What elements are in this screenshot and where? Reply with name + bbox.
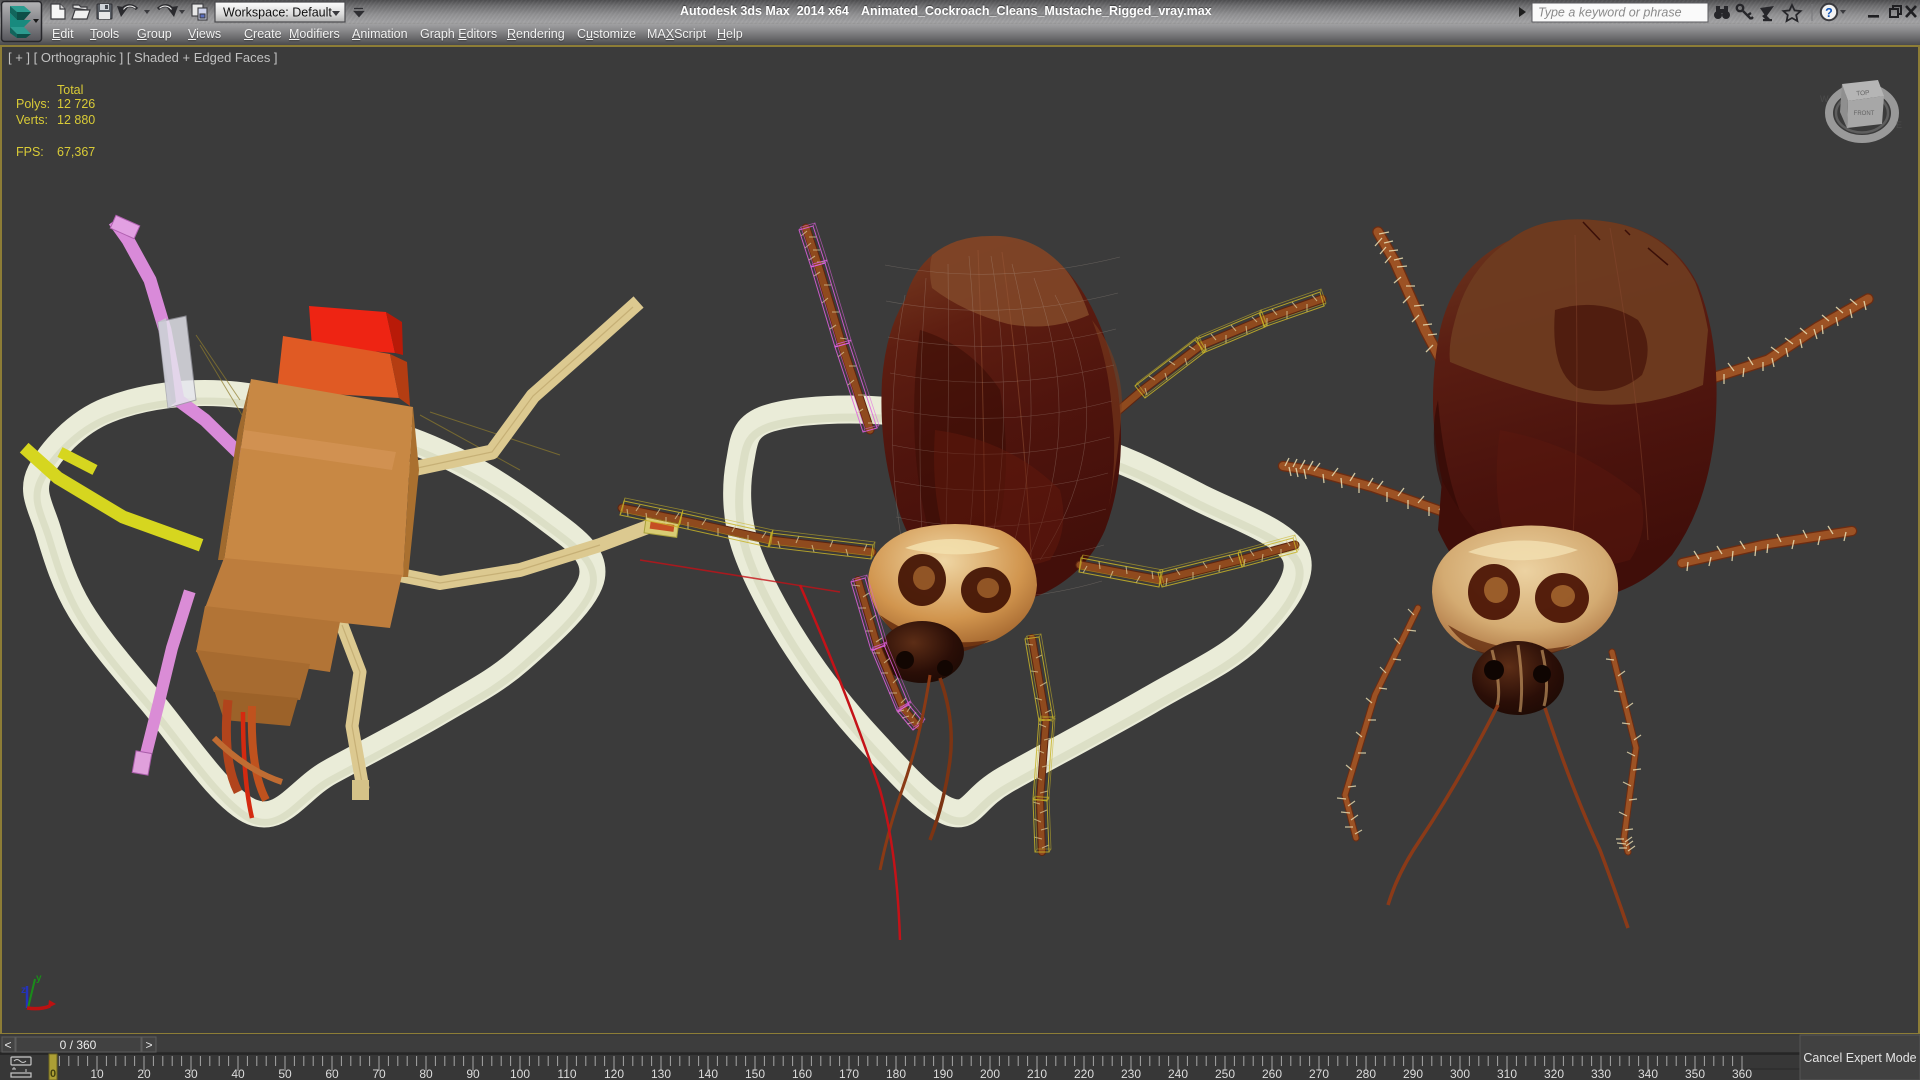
svg-text:160: 160: [792, 1067, 812, 1080]
svg-text:>: >: [145, 1038, 152, 1052]
svg-text:170: 170: [839, 1067, 859, 1080]
svg-text:40: 40: [231, 1067, 245, 1080]
svg-text:340: 340: [1638, 1067, 1658, 1080]
svg-text:210: 210: [1027, 1067, 1047, 1080]
svg-text:20: 20: [137, 1067, 151, 1080]
svg-text:60: 60: [325, 1067, 339, 1080]
svg-text:50: 50: [278, 1067, 292, 1080]
svg-text:280: 280: [1356, 1067, 1376, 1080]
svg-text:230: 230: [1121, 1067, 1141, 1080]
svg-text:10: 10: [90, 1067, 104, 1080]
svg-text:0: 0: [50, 1068, 56, 1080]
svg-text:270: 270: [1309, 1067, 1329, 1080]
svg-text:290: 290: [1403, 1067, 1423, 1080]
svg-text:30: 30: [184, 1067, 198, 1080]
svg-text:320: 320: [1544, 1067, 1564, 1080]
svg-text:90: 90: [466, 1067, 480, 1080]
svg-text:Cancel Expert Mode: Cancel Expert Mode: [1803, 1051, 1916, 1065]
svg-text:140: 140: [698, 1067, 718, 1080]
svg-text:260: 260: [1262, 1067, 1282, 1080]
svg-text:80: 80: [419, 1067, 433, 1080]
svg-text:<: <: [4, 1038, 11, 1052]
svg-text:310: 310: [1497, 1067, 1517, 1080]
svg-text:240: 240: [1168, 1067, 1188, 1080]
svg-text:190: 190: [933, 1067, 953, 1080]
svg-text:360: 360: [1732, 1067, 1752, 1080]
svg-text:110: 110: [557, 1067, 576, 1080]
svg-text:100: 100: [510, 1067, 530, 1080]
svg-text:180: 180: [886, 1067, 906, 1080]
svg-text:330: 330: [1591, 1067, 1611, 1080]
svg-text:120: 120: [604, 1067, 624, 1080]
svg-text:350: 350: [1685, 1067, 1705, 1080]
svg-text:220: 220: [1074, 1067, 1094, 1080]
svg-text:0 / 360: 0 / 360: [60, 1038, 97, 1052]
svg-text:130: 130: [651, 1067, 671, 1080]
svg-text:70: 70: [372, 1067, 386, 1080]
svg-text:150: 150: [745, 1067, 765, 1080]
svg-text:250: 250: [1215, 1067, 1235, 1080]
svg-text:300: 300: [1450, 1067, 1470, 1080]
svg-text:200: 200: [980, 1067, 1000, 1080]
